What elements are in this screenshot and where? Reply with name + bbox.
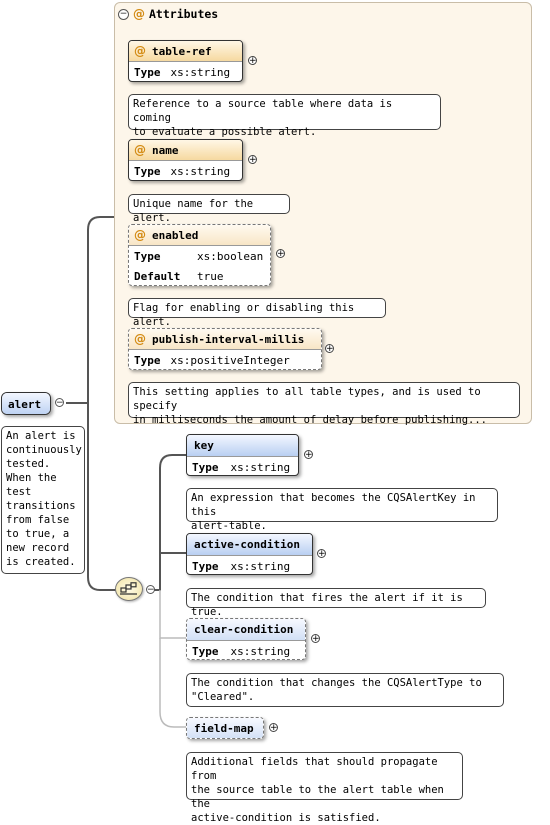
key-documentation: An expression that becomes the CQSAlertK…	[186, 488, 498, 532]
type-value: xs:string	[230, 644, 291, 658]
element-field-map[interactable]: field-map	[186, 717, 264, 739]
root-to-sequence-line	[87, 403, 116, 591]
alert-documentation: An alert is continuously tested. When th…	[1, 426, 85, 574]
table-ref-documentation: Reference to a source table where data i…	[128, 94, 441, 138]
attributes-group-header: − @ Attributes	[118, 6, 218, 22]
attribute-name: table-ref	[152, 44, 212, 58]
attributes-group-title: Attributes	[149, 7, 219, 21]
element-name: field-map	[187, 718, 263, 738]
type-value: xs:string	[230, 460, 291, 474]
type-value: xs:string	[230, 559, 291, 573]
active-condition-documentation: The condition that fires the alert if it…	[186, 588, 486, 618]
attribute-table-ref[interactable]: @ table-ref Type xs:string	[128, 40, 243, 82]
expand-plus-icon[interactable]: +	[248, 155, 257, 165]
collapse-toggle-icon[interactable]: −	[118, 8, 129, 20]
expand-plus-icon[interactable]: +	[276, 249, 285, 259]
at-sign-icon: @	[134, 44, 146, 58]
type-label: Type	[134, 353, 161, 367]
collapse-toggle-icon[interactable]: −	[146, 585, 155, 595]
attribute-enabled[interactable]: @ enabled Type xs:boolean Default true	[128, 224, 271, 286]
seq-to-clear-condition-line	[159, 590, 186, 639]
expand-plus-icon[interactable]: +	[304, 450, 313, 460]
enabled-documentation: Flag for enabling or disabling this aler…	[128, 298, 386, 328]
element-name: active-condition	[187, 534, 312, 556]
expand-plus-icon[interactable]: +	[269, 723, 278, 733]
default-value: true	[197, 269, 224, 283]
type-label: Type	[134, 164, 161, 178]
expand-plus-icon[interactable]: +	[311, 634, 320, 644]
element-clear-condition[interactable]: clear-condition Type xs:string	[186, 618, 306, 660]
attribute-name: enabled	[152, 228, 199, 242]
root-element-alert[interactable]: alert	[1, 392, 51, 415]
attribute-name[interactable]: @ name Type xs:string	[128, 139, 243, 181]
seq-to-field-map-line	[159, 638, 186, 728]
field-map-documentation: Additional fields that should propagate …	[186, 752, 463, 824]
attribute-publish-interval-millis[interactable]: @ publish-interval-millis Type xs:positive…	[128, 328, 322, 370]
root-to-attributes-line	[66, 216, 114, 404]
sequence-compositor-icon[interactable]	[115, 577, 143, 601]
attribute-name: name	[152, 143, 179, 157]
at-sign-icon: @	[134, 228, 146, 242]
element-name: alert	[2, 393, 50, 414]
type-value: xs:positiveInteger	[170, 353, 290, 367]
type-label: Type	[134, 249, 161, 263]
attribute-name: publish-interval-millis	[152, 332, 305, 346]
type-label: Type	[192, 559, 219, 573]
name-documentation: Unique name for the alert.	[128, 194, 290, 224]
sequence-icon	[120, 582, 137, 595]
type-value: xs:boolean	[197, 249, 264, 263]
at-sign-icon: @	[134, 332, 146, 346]
expand-plus-icon[interactable]: +	[248, 56, 257, 66]
clear-condition-documentation: The condition that changes the CQSAlertT…	[186, 673, 504, 707]
at-sign-icon: @	[134, 143, 146, 157]
default-label: Default	[134, 269, 181, 283]
element-name: key	[187, 435, 298, 457]
element-key[interactable]: key Type xs:string	[186, 434, 299, 476]
type-value: xs:string	[170, 164, 231, 178]
seq-to-key-line	[152, 454, 186, 591]
element-name: clear-condition	[187, 619, 305, 641]
publish-interval-millis-documentation: This setting applies to all table types,…	[128, 382, 520, 426]
element-active-condition[interactable]: active-condition Type xs:string	[186, 533, 313, 575]
collapse-toggle-icon[interactable]: −	[55, 398, 64, 408]
expand-plus-icon[interactable]: +	[317, 549, 326, 559]
type-label: Type	[192, 644, 219, 658]
type-value: xs:string	[170, 65, 231, 79]
type-label: Type	[134, 65, 161, 79]
type-label: Type	[192, 460, 219, 474]
expand-plus-icon[interactable]: +	[325, 344, 334, 354]
at-sign-icon: @	[133, 7, 145, 21]
